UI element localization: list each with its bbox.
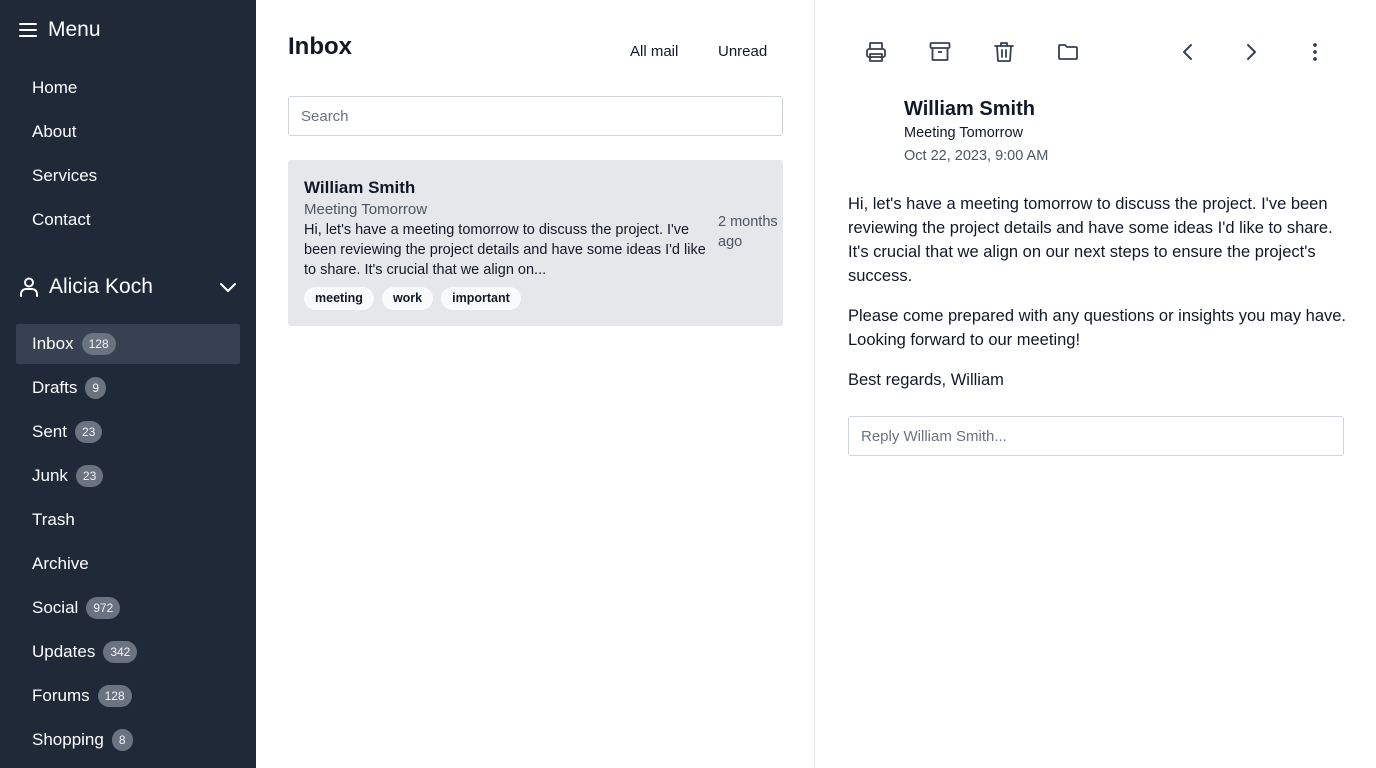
tag-important: important	[441, 287, 521, 310]
user-icon	[17, 275, 41, 299]
folder-label: Junk	[32, 466, 68, 485]
folder-trash[interactable]: Trash	[16, 500, 240, 540]
folder-drafts[interactable]: Drafts 9	[16, 368, 240, 408]
folder-count-badge: 8	[111, 729, 133, 751]
message-subject: Meeting Tomorrow	[904, 125, 1024, 141]
folder-inbox[interactable]: Inbox 128	[16, 324, 240, 364]
more-vertical-icon	[1313, 43, 1317, 61]
print-button[interactable]	[860, 36, 892, 68]
sidebar: Menu Home About Services Contact Alicia …	[0, 0, 256, 768]
mail-list-pane: Inbox All mail Unread William Smith Meet…	[256, 0, 815, 768]
chevron-right-icon	[1247, 44, 1256, 60]
folder-count-badge: 9	[85, 377, 107, 399]
folder-sent[interactable]: Sent 23	[16, 412, 240, 452]
folder-count-badge: 23	[75, 465, 104, 487]
mail-subject: Meeting Tomorrow	[304, 201, 428, 218]
mail-date: 2 months ago	[718, 214, 778, 250]
message-date: Oct 22, 2023, 9:00 AM	[904, 148, 1049, 164]
folder-label: Updates	[32, 642, 96, 661]
folder-count-badge: 972	[86, 597, 121, 619]
mail-list-item[interactable]: William Smith Meeting Tomorrow Hi, let's…	[288, 160, 783, 326]
mail-tags: meeting work important	[304, 287, 529, 310]
printer-icon	[866, 42, 886, 62]
folder-icon	[1058, 44, 1078, 60]
nav-about[interactable]: About	[32, 120, 76, 144]
nav-home[interactable]: Home	[32, 76, 77, 100]
previous-button[interactable]	[1172, 36, 1204, 68]
folder-updates[interactable]: Updates 342	[16, 632, 240, 672]
reply-input[interactable]	[848, 416, 1344, 456]
tab-all-mail[interactable]: All mail	[630, 42, 678, 62]
folder-label: Trash	[32, 510, 75, 529]
folder-label: Inbox	[32, 334, 74, 353]
message-signoff: Best regards, William	[848, 371, 1004, 389]
tag-work: work	[381, 287, 434, 310]
message-paragraph: Please come prepared with any questions …	[848, 307, 1347, 349]
mail-sender: William Smith	[304, 178, 416, 197]
folder-junk[interactable]: Junk 23	[16, 456, 240, 496]
trash-icon	[994, 42, 1014, 62]
archive-button[interactable]	[924, 36, 956, 68]
nav-services[interactable]: Services	[32, 164, 97, 188]
nav-contact[interactable]: Contact	[32, 208, 91, 232]
delete-button[interactable]	[988, 36, 1020, 68]
sender-name: William Smith	[904, 98, 1035, 120]
folder-label: Drafts	[32, 378, 78, 397]
account-switcher[interactable]: Alicia Koch	[16, 272, 240, 302]
chevron-left-icon	[1183, 44, 1192, 60]
hamburger-icon	[18, 20, 38, 40]
folder-count-badge: 128	[81, 333, 116, 355]
folder-shopping[interactable]: Shopping 8	[16, 720, 240, 760]
chevron-down-icon	[218, 277, 238, 297]
search-input[interactable]	[288, 96, 783, 136]
mail-snippet: Hi, let's have a meeting tomorrow to dis…	[304, 222, 706, 278]
message-paragraph: Hi, let's have a meeting tomorrow to dis…	[848, 195, 1333, 285]
reading-pane: William Smith Meeting Tomorrow Oct 22, 2…	[816, 0, 1376, 768]
folder-label: Sent	[32, 422, 67, 441]
folder-label: Archive	[32, 554, 89, 573]
move-to-folder-button[interactable]	[1052, 36, 1084, 68]
archive-icon	[929, 42, 951, 61]
folder-count-badge: 342	[103, 641, 138, 663]
folder-label: Social	[32, 598, 79, 617]
account-name: Alicia Koch	[49, 275, 153, 298]
folder-forums[interactable]: Forums 128	[16, 676, 240, 716]
next-button[interactable]	[1235, 36, 1267, 68]
tab-unread[interactable]: Unread	[718, 42, 767, 62]
folder-label: Forums	[32, 686, 90, 705]
menu-title: Menu	[48, 18, 101, 41]
folder-label: Shopping	[32, 730, 104, 749]
folder-count-badge: 23	[74, 421, 103, 443]
folder-social[interactable]: Social 972	[16, 588, 240, 628]
folder-archive[interactable]: Archive	[16, 544, 240, 584]
more-options-button[interactable]	[1299, 36, 1331, 68]
menu-toggle[interactable]: Menu	[18, 17, 101, 43]
page-title: Inbox	[288, 33, 352, 60]
tag-meeting: meeting	[304, 287, 374, 310]
folder-count-badge: 128	[97, 685, 132, 707]
